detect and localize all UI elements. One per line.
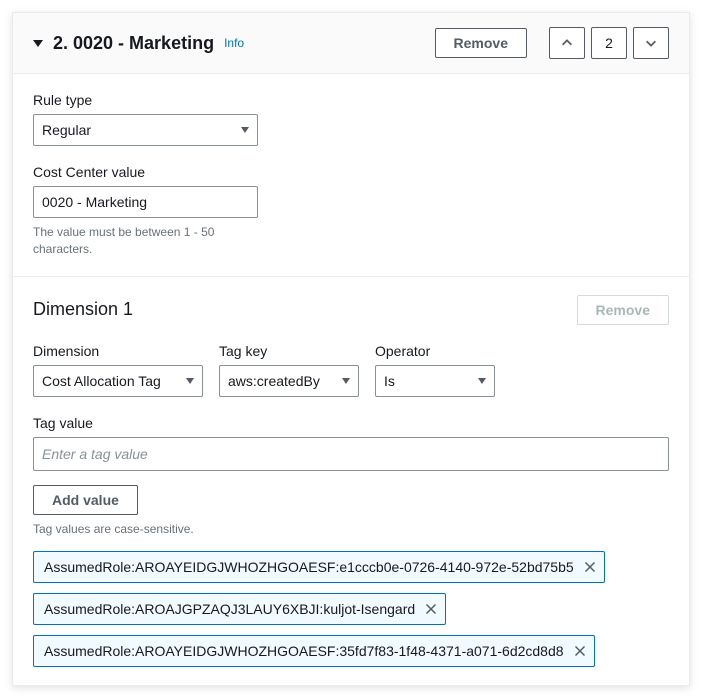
tag-value-chip: AssumedRole:AROAJGPZAQJ3LAUY6XBJI:kuljot… xyxy=(33,593,446,625)
chip-text: AssumedRole:AROAYEIDGJWHOZHGOAESF:35fd7f… xyxy=(44,643,564,659)
close-icon[interactable] xyxy=(425,603,437,615)
position-indicator: 2 xyxy=(591,27,627,59)
dimension-title: Dimension 1 xyxy=(33,299,133,320)
operator-value: Is xyxy=(384,373,395,389)
chevron-down-icon xyxy=(342,378,350,384)
tag-value-help: Tag values are case-sensitive. xyxy=(33,521,669,538)
cost-center-label: Cost Center value xyxy=(33,164,669,180)
add-value-button[interactable]: Add value xyxy=(33,485,138,515)
chip-text: AssumedRole:AROAJGPZAQJ3LAUY6XBJI:kuljot… xyxy=(44,601,415,617)
divider xyxy=(13,276,689,277)
cost-center-field: Cost Center value The value must be betw… xyxy=(33,164,669,258)
chip-text: AssumedRole:AROAYEIDGJWHOZHGOAESF:e1cccb… xyxy=(44,559,574,575)
operator-label: Operator xyxy=(375,343,495,359)
close-icon[interactable] xyxy=(584,561,596,573)
chevron-down-icon xyxy=(241,127,249,133)
close-icon[interactable] xyxy=(574,645,586,657)
operator-select[interactable]: Is xyxy=(375,365,495,397)
tag-value-chips: AssumedRole:AROAYEIDGJWHOZHGOAESF:e1cccb… xyxy=(33,551,669,667)
tag-value-input[interactable] xyxy=(33,437,669,471)
chevron-down-icon xyxy=(186,378,194,384)
dimension-select[interactable]: Cost Allocation Tag xyxy=(33,365,203,397)
remove-rule-button[interactable]: Remove xyxy=(435,28,527,58)
tag-value-label: Tag value xyxy=(33,415,669,431)
tag-key-select[interactable]: aws:createdBy xyxy=(219,365,359,397)
dimension-value: Cost Allocation Tag xyxy=(42,373,161,389)
move-down-button[interactable] xyxy=(633,27,669,59)
rule-type-value: Regular xyxy=(42,122,91,138)
tag-value-chip: AssumedRole:AROAYEIDGJWHOZHGOAESF:e1cccb… xyxy=(33,551,605,583)
cost-center-help: The value must be between 1 - 50 charact… xyxy=(33,224,243,258)
rule-type-select[interactable]: Regular xyxy=(33,114,258,146)
tag-key-label: Tag key xyxy=(219,343,359,359)
dimension-label: Dimension xyxy=(33,343,203,359)
info-link[interactable]: Info xyxy=(224,36,244,50)
remove-dimension-button: Remove xyxy=(577,295,669,325)
chevron-down-icon xyxy=(478,378,486,384)
move-up-button[interactable] xyxy=(549,27,585,59)
rule-panel: 2. 0020 - Marketing Info Remove 2 Rule t… xyxy=(12,12,690,686)
rule-type-label: Rule type xyxy=(33,92,669,108)
tag-key-value: aws:createdBy xyxy=(228,373,320,389)
rule-type-field: Rule type Regular xyxy=(33,92,669,146)
tag-value-chip: AssumedRole:AROAYEIDGJWHOZHGOAESF:35fd7f… xyxy=(33,635,595,667)
panel-title: 2. 0020 - Marketing xyxy=(53,33,214,54)
panel-header: 2. 0020 - Marketing Info Remove 2 xyxy=(13,13,689,74)
collapse-toggle-icon[interactable] xyxy=(33,40,43,47)
cost-center-input[interactable] xyxy=(33,186,258,218)
